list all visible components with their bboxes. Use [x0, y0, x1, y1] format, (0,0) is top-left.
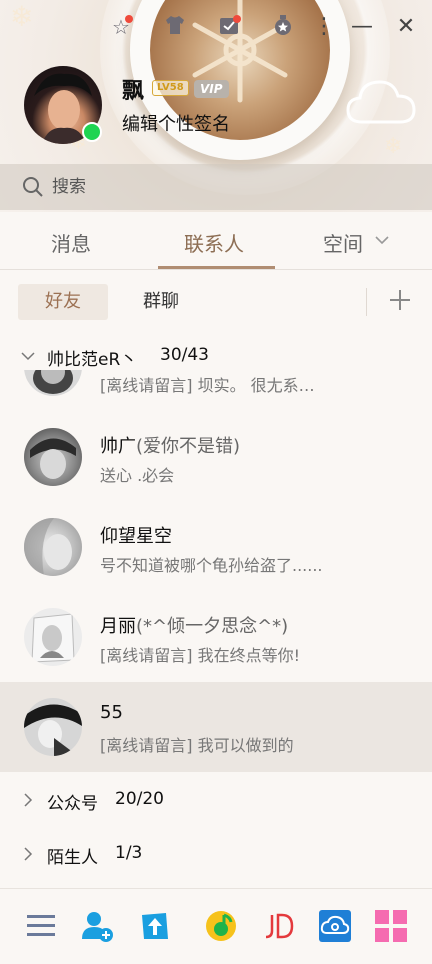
contact-name: 55 [100, 702, 123, 723]
profile-header: ❄ ❄ ❄ ☆ ⋮ — ✕ 飘 LV58 VIP 编辑个性签名 [0, 0, 432, 212]
music-icon[interactable] [204, 909, 238, 943]
active-tab-indicator [158, 266, 275, 269]
chevron-down-icon[interactable] [374, 234, 390, 246]
list-item[interactable]: [离线请留言] 坝实。 很尢系… [0, 370, 432, 412]
title-bar: ☆ ⋮ — ✕ [0, 10, 432, 44]
contact-nickname: 仰望星空 [100, 526, 172, 547]
contact-nickname: 月丽 [100, 616, 136, 637]
transfer-icon[interactable] [138, 909, 172, 943]
contact-message: 送心 .必会 [100, 466, 175, 485]
contact-message: 号不知道被哪个龟孙给盗了...... [100, 556, 323, 575]
contact-name: 帅广(爱你不是错) [100, 432, 240, 458]
group-header-strangers[interactable]: 陌生人 1/3 [0, 834, 432, 874]
snowflake-decoration-icon: ❄ [384, 134, 403, 159]
chevron-right-icon [24, 793, 33, 807]
more-options-icon[interactable]: ⋮ [310, 12, 338, 42]
close-button[interactable]: ✕ [392, 12, 420, 42]
group-count: 30/43 [160, 345, 209, 365]
online-status-indicator [82, 122, 102, 142]
group-count: 1/3 [115, 843, 143, 863]
contact-nickname: 55 [100, 702, 123, 723]
search-bar[interactable] [0, 164, 432, 210]
tab-groups[interactable]: 群聊 [116, 284, 206, 320]
medal-icon[interactable] [270, 14, 296, 40]
weiyun-cloud-icon[interactable] [318, 909, 352, 943]
contact-message: [离线请留言] 我可以做到的 [100, 736, 294, 755]
chevron-right-icon [24, 847, 33, 861]
jd-icon[interactable] [262, 909, 296, 943]
bottom-toolbar [0, 888, 432, 964]
avatar [24, 698, 82, 756]
search-icon [23, 177, 43, 197]
group-name: 陌生人 [47, 848, 98, 868]
contact-remark: (*^倾一夕思念^*) [136, 616, 289, 637]
group-header-official[interactable]: 公众号 20/20 [0, 780, 432, 820]
search-input[interactable] [52, 172, 412, 202]
avatar [24, 608, 82, 666]
avatar [24, 428, 82, 486]
minimize-button[interactable]: — [348, 12, 376, 42]
group-count: 20/20 [115, 789, 164, 809]
list-item[interactable]: 帅广(爱你不是错) 送心 .必会 [0, 412, 432, 502]
group-name: 公众号 [47, 794, 98, 814]
chevron-down-icon [21, 352, 35, 361]
list-item[interactable]: 55 [离线请留言] 我可以做到的 [0, 682, 432, 772]
contact-name: 月丽(*^倾一夕思念^*) [100, 612, 288, 638]
tab-space[interactable]: 空间 [323, 228, 363, 257]
signature-edit[interactable]: 编辑个性签名 [122, 110, 230, 136]
contact-nickname: 帅广 [100, 436, 136, 457]
contact-message: [离线请留言] 我在终点等你! [100, 646, 300, 665]
notification-dot [125, 15, 133, 23]
cloud-weather-icon[interactable] [344, 74, 420, 130]
avatar [24, 518, 82, 576]
list-item[interactable]: 仰望星空 号不知道被哪个龟孙给盗了...... [0, 502, 432, 592]
menu-icon[interactable] [24, 909, 58, 943]
divider [366, 288, 367, 316]
main-tabs: 消息 联系人 空间 [0, 212, 432, 270]
level-badge[interactable]: LV58 [152, 80, 189, 96]
vip-badge[interactable]: VIP [194, 80, 229, 98]
contact-sub-tabs: 好友 群聊 [0, 270, 432, 336]
contact-name: 仰望星空 [100, 522, 172, 548]
list-item[interactable]: 月丽(*^倾一夕思念^*) [离线请留言] 我在终点等你! [0, 592, 432, 682]
avatar [24, 370, 82, 396]
tab-messages[interactable]: 消息 [51, 228, 91, 257]
group-name: 帅比范eR丶 [47, 350, 138, 370]
profile-avatar[interactable] [24, 66, 102, 144]
add-icon[interactable] [388, 288, 412, 312]
contact-remark: (爱你不是错) [136, 436, 241, 457]
calendar-check-icon[interactable] [216, 14, 242, 40]
contact-message: [离线请留言] 坝实。 很尢系… [100, 376, 315, 395]
tab-contacts[interactable]: 联系人 [184, 228, 244, 257]
app-grid-icon[interactable] [374, 909, 408, 943]
profile-nickname[interactable]: 飘 [122, 73, 144, 105]
shirt-icon[interactable] [162, 14, 188, 40]
star-icon[interactable]: ☆ [108, 14, 134, 40]
tab-friends[interactable]: 好友 [18, 284, 108, 320]
contact-list: [离线请留言] 坝实。 很尢系… 帅广(爱你不是错) 送心 .必会 仰望星空 号… [0, 370, 432, 772]
notification-dot [233, 15, 241, 23]
add-friend-icon[interactable] [80, 909, 114, 943]
